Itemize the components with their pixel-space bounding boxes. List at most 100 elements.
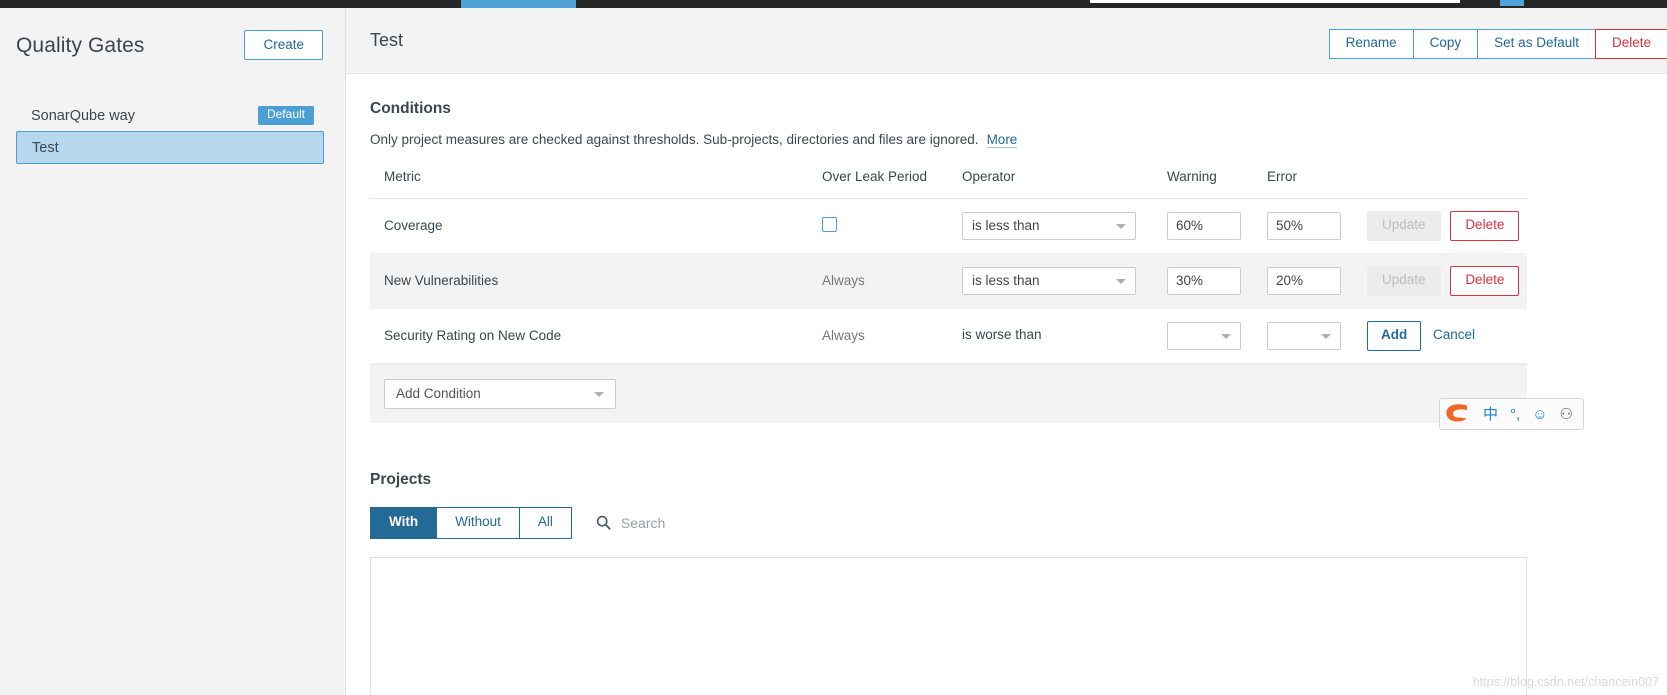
column-header-actions (1367, 169, 1527, 199)
toolbox-icon[interactable]: ⚇ (1560, 407, 1573, 422)
operator-select[interactable]: is less than (962, 211, 1136, 240)
cell-operator: is worse than (962, 308, 1167, 364)
operator-select[interactable]: is less than (962, 266, 1136, 295)
cell-over-leak-period: Always (822, 308, 962, 364)
ime-toolbar: 中 °, ☺ ⚇ (1439, 398, 1584, 430)
cell-actions: Update Delete (1367, 253, 1527, 309)
set-as-default-button[interactable]: Set as Default (1477, 29, 1595, 59)
rename-button[interactable]: Rename (1328, 29, 1413, 59)
cell-error (1267, 308, 1367, 364)
delete-condition-button[interactable]: Delete (1450, 211, 1520, 241)
table-row: New Vulnerabilities Always is less than (370, 253, 1527, 309)
projects-filter-group: With Without All (370, 506, 572, 539)
warning-input[interactable] (1167, 211, 1241, 240)
projects-title: Projects (370, 470, 432, 488)
cell-actions: Update Delete (1367, 198, 1527, 254)
add-condition-confirm-button[interactable]: Add (1367, 320, 1422, 351)
cell-actions: Add Cancel (1367, 308, 1527, 364)
conditions-description-text: Only project measures are checked agains… (370, 132, 979, 147)
warning-select[interactable] (1167, 321, 1241, 350)
watermark: https://blog.csdn.net/chancein007 (1472, 675, 1659, 689)
gate-title: Test (370, 30, 404, 50)
search-input[interactable] (618, 513, 879, 532)
page-header: Test Rename Copy Set as Default Delete (346, 8, 1667, 74)
projects-search (596, 513, 879, 532)
cell-warning (1167, 198, 1267, 254)
browser-chrome-strip (0, 0, 1667, 8)
cell-metric: Coverage (370, 198, 822, 254)
sidebar-item-sonarqube-way[interactable]: SonarQube way Default (16, 100, 324, 131)
app-root: Quality Gates Create SonarQube way Defau… (0, 0, 1667, 695)
search-icon (596, 515, 611, 530)
conditions-table-head: Metric Over Leak Period Operator Warning… (370, 169, 1527, 199)
warning-input[interactable] (1167, 266, 1241, 295)
browser-active-tab[interactable] (461, 0, 576, 8)
add-condition-bar: Add Condition (370, 363, 1527, 423)
cell-warning (1167, 308, 1267, 364)
gate-name: SonarQube way (31, 107, 135, 124)
cell-metric: New Vulnerabilities (370, 253, 822, 309)
add-condition-select[interactable]: Add Condition (384, 378, 616, 409)
update-condition-button[interactable]: Update (1367, 265, 1441, 296)
sogou-logo-icon[interactable] (1444, 402, 1470, 426)
conditions-table-body: Coverage is less than 60% 50% Update Del… (370, 198, 1527, 364)
table-row: Security Rating on New Code Always is wo… (370, 308, 1527, 364)
projects-filter-with[interactable]: With (370, 506, 437, 539)
error-input[interactable] (1267, 266, 1341, 295)
quality-gate-list: SonarQube way Default Test (16, 100, 324, 164)
operator-select-value: is less than (972, 217, 1040, 233)
chinese-mode-icon[interactable]: 中 (1483, 407, 1498, 422)
cancel-condition-button[interactable]: Cancel (1425, 322, 1483, 347)
cell-warning (1167, 253, 1267, 309)
table-header-row: Metric Over Leak Period Operator Warning… (370, 169, 1527, 199)
update-condition-button[interactable]: Update (1367, 211, 1441, 241)
cell-error (1267, 253, 1367, 309)
delete-gate-button[interactable]: Delete (1594, 29, 1667, 59)
conditions-description: Only project measures are checked agains… (370, 132, 1643, 148)
browser-url-bar[interactable] (1090, 0, 1460, 3)
sidebar-item-test[interactable]: Test (16, 131, 324, 164)
table-row: Coverage is less than 60% 50% Update Del… (370, 198, 1527, 254)
gate-actions: Rename Copy Set as Default Delete (1328, 29, 1667, 59)
create-button[interactable]: Create (244, 30, 323, 61)
delete-condition-button[interactable]: Delete (1450, 265, 1520, 296)
emoji-icon[interactable]: ☺ (1532, 407, 1547, 422)
column-header-operator: Operator (962, 169, 1167, 199)
chevron-down-icon (594, 391, 604, 397)
main-panel: Test Rename Copy Set as Default Delete C… (346, 8, 1667, 695)
add-condition-select-value: Add Condition (396, 385, 481, 401)
cell-operator: is less than (962, 253, 1167, 309)
page-title: Quality Gates (16, 34, 145, 57)
column-header-metric: Metric (370, 169, 822, 199)
operator-static-label: is worse than (962, 322, 1042, 350)
cell-metric: Security Rating on New Code (370, 308, 822, 364)
chevron-down-icon (1116, 223, 1126, 229)
cell-operator: is less than (962, 198, 1167, 254)
chevron-down-icon (1116, 278, 1126, 284)
operator-select-value: is less than (972, 272, 1040, 288)
chevron-down-icon (1221, 333, 1231, 339)
copy-button[interactable]: Copy (1412, 29, 1478, 59)
column-header-over-leak-period: Over Leak Period (822, 169, 962, 199)
default-badge: Default (257, 106, 314, 125)
quality-gates-sidebar: Quality Gates Create SonarQube way Defau… (0, 8, 346, 695)
error-input[interactable] (1267, 211, 1341, 240)
over-leak-period-label: Always (822, 273, 865, 289)
browser-toolbar-icon[interactable] (1500, 0, 1524, 6)
conditions-title: Conditions (370, 100, 451, 117)
sidebar-header: Quality Gates Create (16, 30, 323, 66)
more-link[interactable]: More (986, 132, 1018, 148)
error-select[interactable] (1267, 321, 1341, 350)
projects-controls: With Without All (370, 506, 1643, 539)
projects-filter-without[interactable]: Without (436, 506, 519, 539)
operator-value: is worse than (962, 326, 1042, 342)
over-leak-period-label: Always (822, 328, 865, 344)
gate-name: Test (32, 139, 59, 156)
column-header-warning: Warning (1167, 169, 1267, 199)
over-leak-period-checkbox[interactable] (822, 216, 837, 232)
projects-panel (370, 556, 1527, 695)
punctuation-icon[interactable]: °, (1510, 407, 1520, 422)
conditions-table: Metric Over Leak Period Operator Warning… (370, 169, 1527, 364)
projects-filter-all[interactable]: All (518, 506, 572, 539)
cell-error (1267, 198, 1367, 254)
